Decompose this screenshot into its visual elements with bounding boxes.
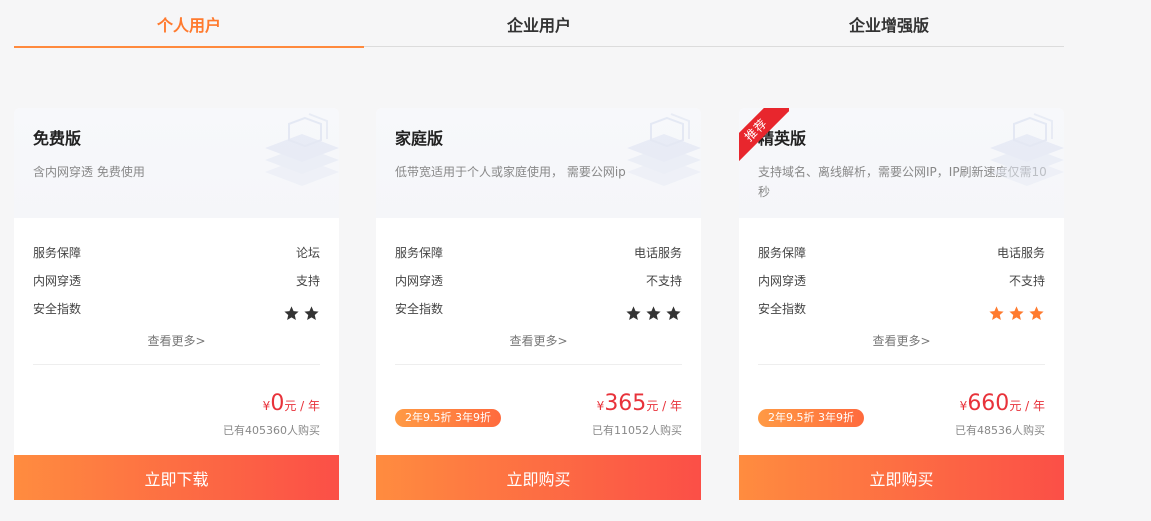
discount-badge: 2年9.5折 3年9折 bbox=[395, 409, 501, 427]
star-icon bbox=[626, 305, 641, 320]
feature-value: 支持 bbox=[295, 273, 320, 288]
security-rating bbox=[988, 305, 1045, 322]
price: ¥660元 / 年 bbox=[960, 391, 1045, 416]
feature-list: 服务保障 电话服务内网穿透 不支持安全指数 bbox=[739, 218, 1064, 322]
feature-label: 内网穿透 bbox=[395, 273, 444, 288]
security-rating bbox=[625, 305, 682, 322]
download-button[interactable]: 立即下载 bbox=[14, 455, 339, 500]
feature-row: 安全指数 bbox=[33, 294, 320, 322]
feature-label: 安全指数 bbox=[395, 301, 444, 316]
tab-enterprise-plus[interactable]: 企业增强版 bbox=[714, 0, 1064, 47]
price-unit: 元 / 年 bbox=[646, 399, 682, 413]
price-amount: 660 bbox=[967, 391, 1010, 416]
star-icon bbox=[646, 305, 661, 320]
feature-label: 内网穿透 bbox=[758, 273, 807, 288]
feature-row: 内网穿透 支持 bbox=[33, 266, 320, 294]
feature-row: 服务保障 电话服务 bbox=[758, 238, 1045, 266]
view-more-link[interactable]: 查看更多> bbox=[14, 332, 339, 350]
star-icon bbox=[989, 305, 1004, 320]
buy-button[interactable]: 立即购买 bbox=[739, 455, 1064, 500]
star-icon bbox=[304, 305, 319, 320]
tab-enterprise[interactable]: 企业用户 bbox=[364, 0, 714, 47]
feature-label: 内网穿透 bbox=[33, 273, 82, 288]
buyer-count: 已有405360人购买 bbox=[223, 424, 320, 437]
plan-tabs: 个人用户 企业用户 企业增强版 bbox=[14, 0, 1064, 48]
feature-label: 服务保障 bbox=[395, 245, 444, 260]
feature-list: 服务保障 论坛内网穿透 支持安全指数 bbox=[14, 218, 339, 322]
price-amount: 365 bbox=[604, 391, 647, 416]
security-rating bbox=[283, 305, 320, 322]
star-icon bbox=[1009, 305, 1024, 320]
layers-decoration-icon bbox=[990, 113, 1064, 186]
feature-row: 服务保障 论坛 bbox=[33, 238, 320, 266]
feature-list: 服务保障 电话服务内网穿透 不支持安全指数 bbox=[376, 218, 701, 322]
card-header: 免费版 含内网穿透 免费使用 bbox=[14, 108, 339, 218]
price-area: ¥0元 / 年已有405360人购买 bbox=[14, 365, 339, 457]
buy-button[interactable]: 立即购买 bbox=[376, 455, 701, 500]
feature-value: 论坛 bbox=[295, 245, 320, 260]
star-icon bbox=[666, 305, 681, 320]
feature-label: 服务保障 bbox=[33, 245, 82, 260]
plan-card-free: 免费版 含内网穿透 免费使用服务保障 论坛内网穿透 支持安全指数查看更多> ¥0元 / … bbox=[14, 108, 339, 500]
feature-row: 内网穿透 不支持 bbox=[395, 266, 682, 294]
discount-badge: 2年9.5折 3年9折 bbox=[758, 409, 864, 427]
feature-row: 安全指数 bbox=[395, 294, 682, 322]
star-icon bbox=[1029, 305, 1044, 320]
buyer-count: 已有11052人购买 bbox=[592, 424, 682, 437]
star-icon bbox=[284, 305, 299, 320]
recommend-ribbon: 推荐 bbox=[739, 108, 789, 162]
card-header: 家庭版 低带宽适用于个人或家庭使用， 需要公网ip bbox=[376, 108, 701, 218]
price: ¥0元 / 年 bbox=[263, 391, 320, 416]
view-more-link[interactable]: 查看更多> bbox=[739, 332, 1064, 350]
feature-row: 服务保障 电话服务 bbox=[395, 238, 682, 266]
tab-personal[interactable]: 个人用户 bbox=[14, 0, 364, 48]
price: ¥365元 / 年 bbox=[597, 391, 682, 416]
card-header: 推荐 精英版 支持域名、离线解析，需要公网IP，IP刷新速度仅需10秒 bbox=[739, 108, 1064, 218]
layers-decoration-icon bbox=[265, 113, 339, 186]
layers-decoration-icon bbox=[627, 113, 701, 186]
feature-label: 服务保障 bbox=[758, 245, 807, 260]
plan-card-home: 家庭版 低带宽适用于个人或家庭使用， 需要公网ip 服务保障 电话服务内网穿透 不支持安… bbox=[376, 108, 701, 500]
feature-value: 不支持 bbox=[645, 273, 682, 288]
price-amount: 0 bbox=[270, 391, 285, 416]
plan-card-elite: 推荐 精英版 支持域名、离线解析，需要公网IP，IP刷新速度仅需10秒服务保障 电话服… bbox=[739, 108, 1064, 500]
feature-row: 内网穿透 不支持 bbox=[758, 266, 1045, 294]
feature-label: 安全指数 bbox=[33, 301, 82, 316]
feature-row: 安全指数 bbox=[758, 294, 1045, 322]
feature-label: 安全指数 bbox=[758, 301, 807, 316]
view-more-link[interactable]: 查看更多> bbox=[376, 332, 701, 350]
price-area: 2年9.5折 3年9折 ¥660元 / 年已有48536人购买 bbox=[739, 365, 1064, 457]
buyer-count: 已有48536人购买 bbox=[955, 424, 1045, 437]
price-unit: 元 / 年 bbox=[1009, 399, 1045, 413]
price-area: 2年9.5折 3年9折 ¥365元 / 年已有11052人购买 bbox=[376, 365, 701, 457]
feature-value: 电话服务 bbox=[996, 245, 1045, 260]
feature-value: 电话服务 bbox=[633, 245, 682, 260]
price-unit: 元 / 年 bbox=[284, 399, 320, 413]
feature-value: 不支持 bbox=[1008, 273, 1045, 288]
ribbon-label: 推荐 bbox=[739, 108, 789, 162]
